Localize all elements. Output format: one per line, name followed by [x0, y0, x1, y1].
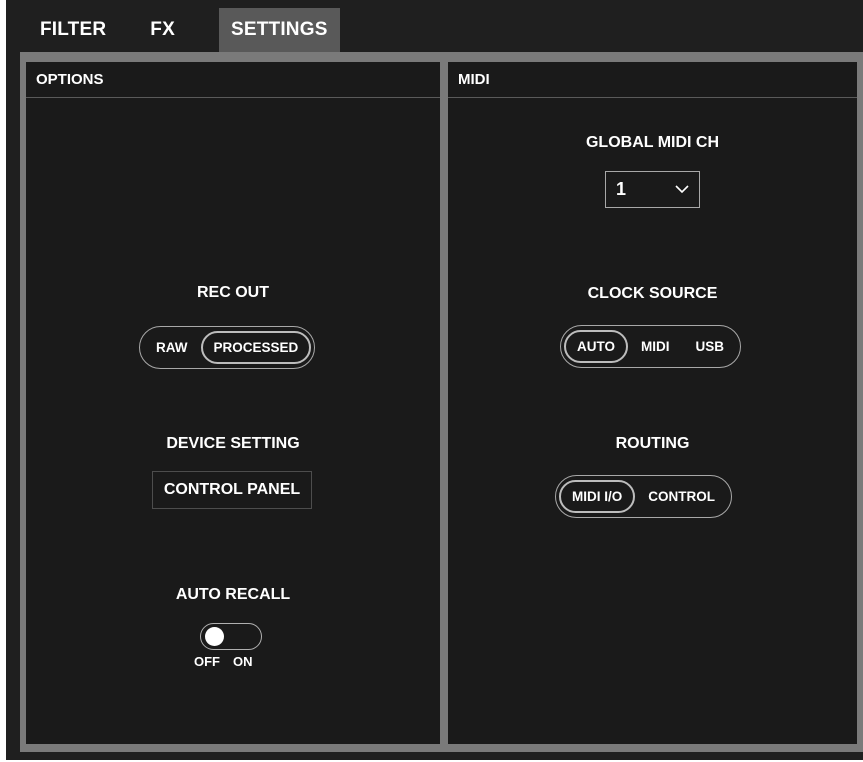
auto-recall-label: AUTO RECALL	[175, 586, 291, 603]
clock-source-option-auto[interactable]: AUTO	[564, 330, 629, 363]
rec-out-option-processed[interactable]: PROCESSED	[200, 331, 312, 364]
device-setting-label: DEVICE SETTING	[166, 435, 300, 452]
settings-app-window: FILTER FX SETTINGS OPTIONS REC OUT RAW P…	[6, 0, 863, 760]
toggle-on-label: ON	[233, 654, 253, 669]
rec-out-option-raw[interactable]: RAW	[143, 331, 201, 364]
routing-label: ROUTING	[615, 435, 690, 452]
control-panel-button[interactable]: CONTROL PANEL	[152, 471, 312, 509]
chevron-down-icon	[675, 181, 689, 199]
toggle-off-label: OFF	[194, 654, 220, 669]
toggle-knob	[205, 627, 224, 646]
routing-selector: MIDI I/O CONTROL	[555, 475, 732, 518]
auto-recall-toggle-labels: OFF ON	[194, 654, 253, 669]
clock-source-label: CLOCK SOURCE	[587, 285, 718, 302]
midi-panel: MIDI GLOBAL MIDI CH 1 CLOCK SOURCE AUTO …	[448, 62, 857, 744]
options-panel-title: OPTIONS	[26, 62, 440, 98]
clock-source-option-midi[interactable]: MIDI	[628, 330, 683, 363]
global-midi-ch-select[interactable]: 1	[605, 171, 700, 208]
tab-bar: FILTER FX SETTINGS	[22, 8, 340, 52]
midi-panel-title: MIDI	[448, 62, 857, 98]
routing-option-midi-io[interactable]: MIDI I/O	[559, 480, 636, 513]
options-panel: OPTIONS REC OUT RAW PROCESSED DEVICE SET…	[26, 62, 440, 744]
clock-source-selector: AUTO MIDI USB	[560, 325, 742, 368]
tab-fx[interactable]: FX	[150, 8, 219, 52]
rec-out-label: REC OUT	[197, 284, 269, 301]
tab-settings[interactable]: SETTINGS	[218, 8, 340, 52]
rec-out-selector: RAW PROCESSED	[139, 326, 316, 369]
clock-source-option-usb[interactable]: USB	[683, 330, 738, 363]
auto-recall-toggle[interactable]	[200, 623, 262, 650]
routing-option-control[interactable]: CONTROL	[635, 480, 728, 513]
global-midi-ch-value: 1	[616, 179, 627, 199]
global-midi-ch-label: GLOBAL MIDI CH	[585, 134, 720, 151]
content-frame: OPTIONS REC OUT RAW PROCESSED DEVICE SET…	[20, 52, 863, 752]
tab-filter[interactable]: FILTER	[22, 8, 150, 52]
